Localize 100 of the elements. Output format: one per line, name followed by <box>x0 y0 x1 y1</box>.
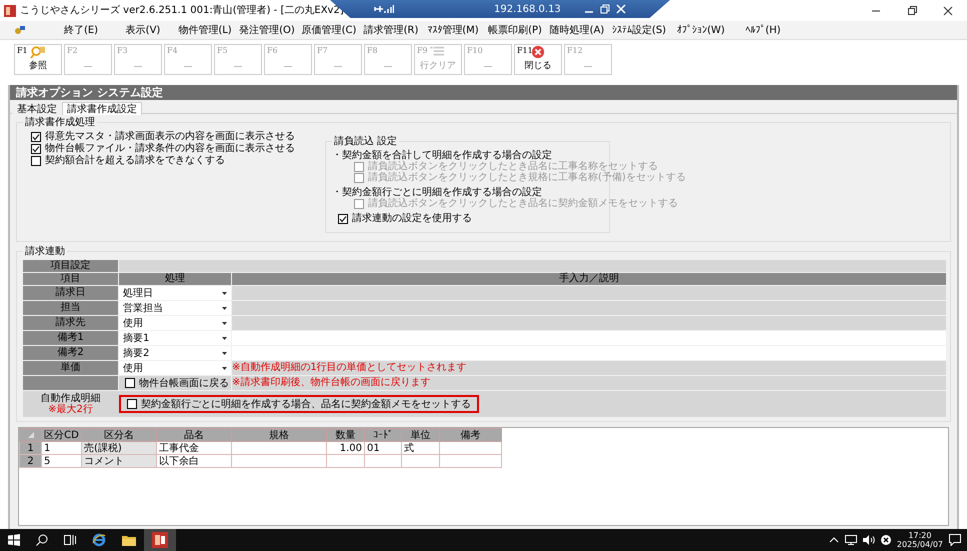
checkbox-label: 請求連動の設定を使用する <box>352 213 472 224</box>
menu-item[interactable]: 請求管理(R) <box>360 24 422 36</box>
column-header: 処理 <box>119 273 231 285</box>
section-heading: ・契約金額を合計して明細を作成する場合の設定 <box>332 150 553 161</box>
row-number: 2 <box>20 454 42 468</box>
checkbox-label: 得意先マスタ・請求画面表示の内容を画面に表示させる <box>45 131 295 142</box>
menu-item[interactable]: 表示(V) <box>112 24 174 36</box>
dropdown[interactable]: 使用 <box>119 361 231 375</box>
table-cell: 売(課税) <box>82 442 156 454</box>
checkbox[interactable] <box>31 132 41 142</box>
table-cell: 01 <box>364 442 402 454</box>
clock-date: 2025/04/07 <box>896 540 943 549</box>
group-title: 請求連動 <box>23 246 67 257</box>
table-cell <box>402 454 440 468</box>
menu-item[interactable]: 原価管理(C) <box>298 24 360 36</box>
table-cell <box>326 454 364 468</box>
error-circle-icon[interactable] <box>880 535 891 545</box>
app-icon[interactable] <box>152 532 168 548</box>
menu-item[interactable]: ﾍﾙﾌﾟ(H) <box>732 24 794 36</box>
grid-group-header: 項目設定 <box>23 260 118 272</box>
checkbox-label: 契約額合計を超える請求をできなくする <box>45 155 225 166</box>
row-header: 単価 <box>23 361 118 375</box>
checkbox[interactable] <box>31 156 41 166</box>
checkbox-label: 契約金額行ごとに明細を作成する場合、品名に契約金額メモをセットする <box>141 398 471 410</box>
function-key[interactable]: F11 閉じる <box>514 44 562 75</box>
maximize-icon[interactable] <box>907 6 917 16</box>
table-cell: 以下余白 <box>156 454 232 468</box>
row-header: 担当 <box>23 301 118 315</box>
row-header: 請求先 <box>23 316 118 330</box>
checkbox[interactable] <box>125 378 135 388</box>
column-header: 項目 <box>23 273 118 285</box>
table-cell: 1.00 <box>326 442 364 454</box>
checkbox[interactable] <box>127 399 137 409</box>
dropdown-arrow-icon <box>222 306 227 310</box>
row-number: 1 <box>20 442 42 454</box>
checkbox-label: 請負読込ボタンをクリックしたとき規格に工事名称(予備)をセットする <box>368 172 686 183</box>
checkbox-label: 請負読込ボタンをクリックしたとき品名に工事名称をセットする <box>368 161 658 172</box>
signal-icon <box>384 4 394 14</box>
remote-address: 192.168.0.13 <box>494 4 561 14</box>
screen-title: 請求オプション システム設定 <box>10 85 957 100</box>
input-field[interactable] <box>232 346 946 360</box>
checkbox[interactable] <box>31 144 41 154</box>
dropdown[interactable]: 使用 <box>119 316 231 330</box>
menu-item[interactable]: 帳票印刷(P) <box>484 24 546 36</box>
column-header: 数量 <box>326 428 364 442</box>
dropdown-arrow-icon <box>222 366 227 370</box>
column-header: 区分CD <box>42 428 82 442</box>
note-cell: ※自動作成明細の1行目の単価としてセットされます <box>232 361 946 375</box>
close-icon[interactable] <box>943 6 953 16</box>
search-icon[interactable] <box>36 534 48 546</box>
column-header: 手入力／説明 <box>232 273 946 285</box>
menu-item[interactable]: 随時処理(A) <box>546 24 608 36</box>
column-header: 規格 <box>232 428 326 442</box>
menu-item[interactable]: 物件管理(L) <box>174 24 236 36</box>
row-note: ※最大2行 <box>47 404 94 415</box>
restore-icon[interactable] <box>600 4 610 14</box>
corner-icon <box>28 432 34 438</box>
column-header: 品名 <box>156 428 232 442</box>
dropdown-arrow-icon <box>222 352 227 354</box>
network-icon[interactable] <box>844 535 857 545</box>
app-menu-icon[interactable] <box>14 25 26 35</box>
input-field[interactable] <box>232 331 946 345</box>
row-header: 自動作成明細 <box>40 393 100 404</box>
row-header: 備考2 <box>23 346 118 360</box>
row-header: 備考1 <box>23 331 118 345</box>
folder-icon[interactable] <box>122 534 136 546</box>
column-header: ｺｰﾄﾞ <box>364 428 402 442</box>
menu-item[interactable]: 終了(E) <box>50 24 112 36</box>
dropdown-arrow-icon <box>222 322 227 324</box>
tab[interactable]: 基本設定 <box>12 102 62 115</box>
browser-e-icon[interactable] <box>92 533 106 547</box>
dropdown[interactable]: 処理日 <box>119 286 231 300</box>
column-header: 備考 <box>440 428 502 442</box>
menu-item[interactable]: ﾏｽﾀ管理(M) <box>422 24 484 36</box>
table-cell <box>440 454 502 468</box>
notification-icon[interactable] <box>949 534 961 546</box>
task-view-icon[interactable] <box>64 534 76 546</box>
menu-item[interactable]: ｵﾌﾟｼｮﾝ(W) <box>670 24 732 36</box>
menu-item[interactable]: ｼｽﾃﾑ設定(S) <box>608 24 670 36</box>
dropdown[interactable]: 摘要2 <box>119 346 231 360</box>
checkbox-label: 物件台帳画面に戻る <box>139 378 229 388</box>
pin-icon[interactable] <box>374 4 384 14</box>
table-cell <box>364 454 402 468</box>
dropdown[interactable]: 摘要1 <box>119 331 231 345</box>
clock-time: 17:20 <box>908 531 932 540</box>
checkbox-label: 請負読込ボタンをクリックしたとき品名に契約金額メモをセットする <box>368 198 678 209</box>
table-cell <box>440 442 502 454</box>
menu-item[interactable]: 発注管理(O) <box>236 24 298 36</box>
dropdown[interactable]: 営業担当 <box>119 301 231 315</box>
checkbox[interactable] <box>338 214 348 224</box>
group-title: 請求書作成処理 <box>23 117 97 128</box>
note-cell: ※請求書印刷後、物件台帳の画面に戻ります <box>232 376 946 390</box>
group-title: 請負読込 設定 <box>332 136 400 147</box>
windows-start-icon[interactable] <box>8 534 20 546</box>
row-header: 請求日 <box>23 286 118 300</box>
tab[interactable]: 請求書作成設定 <box>62 102 142 115</box>
column-header: 単位 <box>402 428 440 442</box>
volume-icon[interactable] <box>862 535 875 545</box>
function-key[interactable]: F1 参照 <box>14 44 62 75</box>
caret-up-icon[interactable] <box>828 537 839 543</box>
